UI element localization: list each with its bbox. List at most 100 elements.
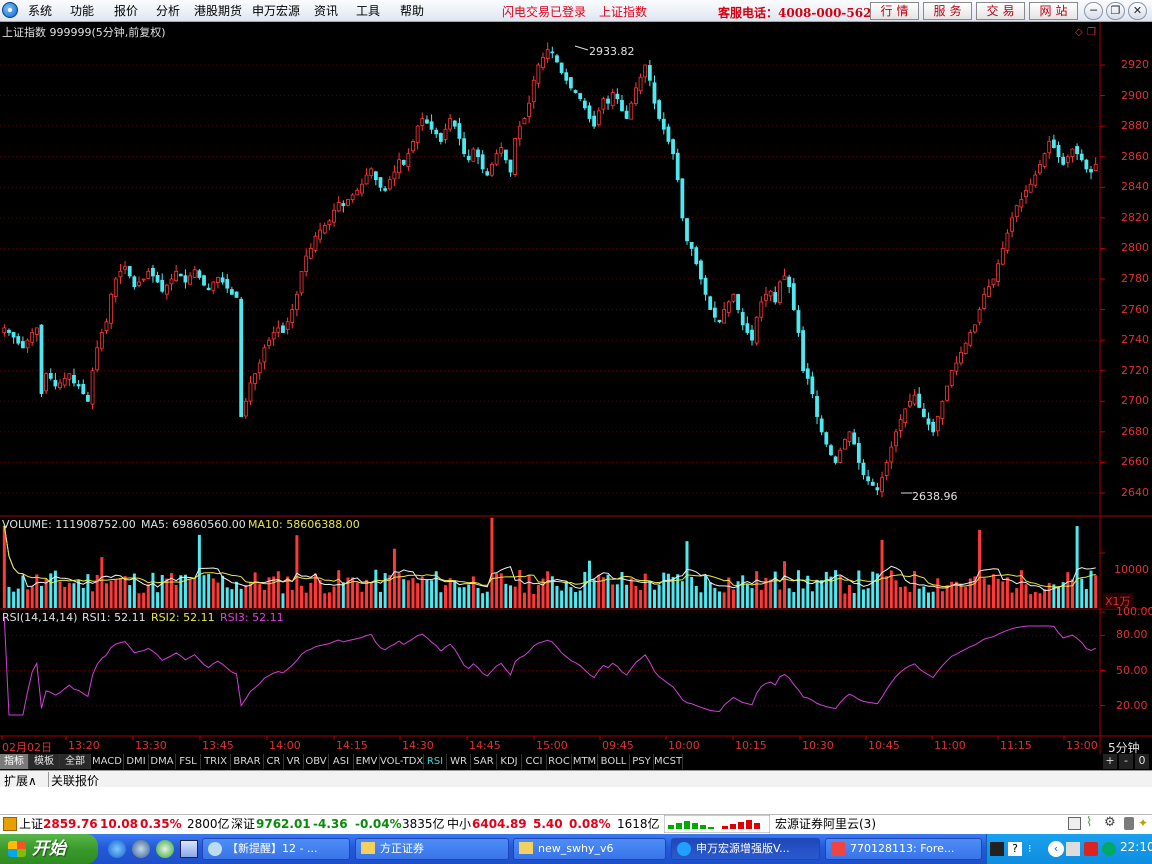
volume-bar: [810, 591, 814, 608]
browser-icon[interactable]: [156, 840, 174, 858]
indicator-tab-rsi[interactable]: RSI: [424, 754, 447, 769]
chrome-icon[interactable]: [132, 840, 150, 858]
indicator-tab-全部[interactable]: 全部: [60, 754, 91, 769]
indicator-tab-cr[interactable]: CR: [264, 754, 284, 769]
volume-bar: [574, 592, 578, 608]
task-chat[interactable]: 770128113: Fore...: [825, 838, 982, 860]
sh-change: 10.08: [100, 817, 138, 831]
service-button[interactable]: 服务: [923, 2, 972, 20]
zx-name[interactable]: 中小: [447, 816, 471, 832]
indicator-tab-wr[interactable]: WR: [447, 754, 471, 769]
indicator-tab-模板[interactable]: 模板: [29, 754, 60, 769]
indicator-tab-mcst[interactable]: MCST: [654, 754, 683, 769]
menu-analysis[interactable]: 分析: [156, 3, 180, 19]
network-icon[interactable]: [1066, 842, 1080, 856]
menu-function[interactable]: 功能: [70, 3, 94, 19]
indicator-tab-brar[interactable]: BRAR: [231, 754, 264, 769]
candle-body: [62, 377, 67, 386]
task-founder-securities[interactable]: 方正证券: [355, 838, 509, 860]
volume-bar: [978, 529, 982, 608]
lock-icon[interactable]: [1124, 817, 1134, 830]
maximize-panel-icon[interactable]: ❐: [1087, 26, 1096, 39]
sz-name[interactable]: 深证: [231, 816, 255, 832]
menu-quote[interactable]: 报价: [114, 3, 138, 19]
candle-body: [197, 270, 202, 278]
clock[interactable]: 22:10: [1120, 840, 1152, 854]
indicator-tab-trix[interactable]: TRIX: [201, 754, 231, 769]
time-axis-tick: 10:45: [868, 739, 900, 752]
time-axis-tick: 13:45: [202, 739, 234, 752]
candle-body: [350, 194, 355, 201]
help-icon[interactable]: ?: [1008, 842, 1022, 856]
zoom-in-button[interactable]: +: [1103, 754, 1117, 769]
indicator-tab-emv[interactable]: EMV: [354, 754, 380, 769]
back-arrow-icon[interactable]: ‹: [1048, 841, 1064, 857]
indicator-tab-psy[interactable]: PSY: [630, 754, 654, 769]
indicator-tab-cci[interactable]: CCI: [522, 754, 547, 769]
task-folder[interactable]: new_swhy_v6: [513, 838, 666, 860]
ie-icon[interactable]: [108, 840, 126, 858]
sh-name[interactable]: 上证: [19, 816, 43, 832]
volume-bar: [838, 575, 842, 608]
app-logo-icon[interactable]: [2, 2, 18, 18]
more-icon[interactable]: ⁝: [1028, 842, 1042, 856]
server-name[interactable]: 宏源证券阿里云(3): [775, 816, 876, 832]
volume-bar: [1043, 589, 1047, 608]
close-icon[interactable]: ✕: [1128, 2, 1147, 20]
indicator-tab-指标[interactable]: 指标: [0, 754, 29, 769]
indicator-tab-roc[interactable]: ROC: [547, 754, 572, 769]
security-icon[interactable]: [1084, 842, 1098, 856]
indicator-tab-boll[interactable]: BOLL: [598, 754, 630, 769]
windows-logo-icon: [8, 841, 26, 857]
candle-body: [638, 76, 643, 92]
time-axis-tick: 14:15: [336, 739, 368, 752]
indicator-tab-macd[interactable]: MACD: [91, 754, 124, 769]
indicator-tab-asi[interactable]: ASI: [329, 754, 354, 769]
indicator-tab-vol-tdx[interactable]: VOL-TDX: [380, 754, 424, 769]
market-button[interactable]: 行情: [870, 2, 919, 20]
candle-body: [44, 373, 49, 392]
menu-swhy[interactable]: 申万宏源: [252, 3, 300, 19]
website-button[interactable]: 网站: [1029, 2, 1078, 20]
shield-icon[interactable]: [1102, 842, 1116, 856]
candle-body: [773, 292, 778, 303]
desktop-icon[interactable]: [180, 840, 198, 858]
indicator-tab-sar[interactable]: SAR: [471, 754, 497, 769]
volume-ma10-label: MA10: 58606388.00: [248, 518, 360, 531]
volume-bar: [583, 571, 587, 608]
indicator-tab-vr[interactable]: VR: [284, 754, 304, 769]
indicator-tab-kdj[interactable]: KDJ: [497, 754, 522, 769]
indicator-tab-dmi[interactable]: DMI: [124, 754, 149, 769]
diamond-icon[interactable]: ◇: [1075, 26, 1083, 39]
indicator-tab-obv[interactable]: OBV: [304, 754, 329, 769]
price-chart[interactable]: [0, 22, 1152, 754]
candle-body: [127, 266, 132, 277]
menu-tools[interactable]: 工具: [356, 3, 380, 19]
menu-system[interactable]: 系统: [28, 3, 52, 19]
window-icon[interactable]: [1068, 817, 1081, 830]
menu-news[interactable]: 资讯: [314, 3, 338, 19]
task-forum[interactable]: 【新提醒】12 - ...: [202, 838, 350, 860]
candle-body: [434, 129, 439, 135]
settings-icon[interactable]: ⚙: [1104, 815, 1116, 830]
indicator-tab-dma[interactable]: DMA: [149, 754, 176, 769]
menu-hk-futures[interactable]: 港股期货: [194, 3, 242, 19]
alert-icon[interactable]: [3, 817, 17, 831]
minimize-icon[interactable]: ─: [1084, 2, 1103, 20]
restore-icon[interactable]: ❐: [1106, 2, 1125, 20]
volume-bar: [137, 593, 141, 608]
trade-button[interactable]: 交易: [976, 2, 1025, 20]
indicator-tab-fsl[interactable]: FSL: [176, 754, 201, 769]
volume-bar: [402, 579, 406, 608]
reset-zoom-button[interactable]: 0: [1135, 754, 1149, 769]
menu-help[interactable]: 帮助: [400, 3, 424, 19]
indicator-tab-mtm[interactable]: MTM: [572, 754, 598, 769]
task-swhy-terminal[interactable]: 申万宏源增强版V...: [671, 838, 820, 860]
bell-icon[interactable]: ✦: [1138, 816, 1148, 830]
candle-body: [411, 141, 415, 152]
price-axis-tick: 2680: [1121, 424, 1149, 438]
signal-icon[interactable]: ⌇: [1086, 815, 1092, 830]
keyboard-icon[interactable]: [990, 842, 1004, 856]
candle-body: [58, 382, 62, 389]
zoom-out-button[interactable]: -: [1119, 754, 1133, 769]
